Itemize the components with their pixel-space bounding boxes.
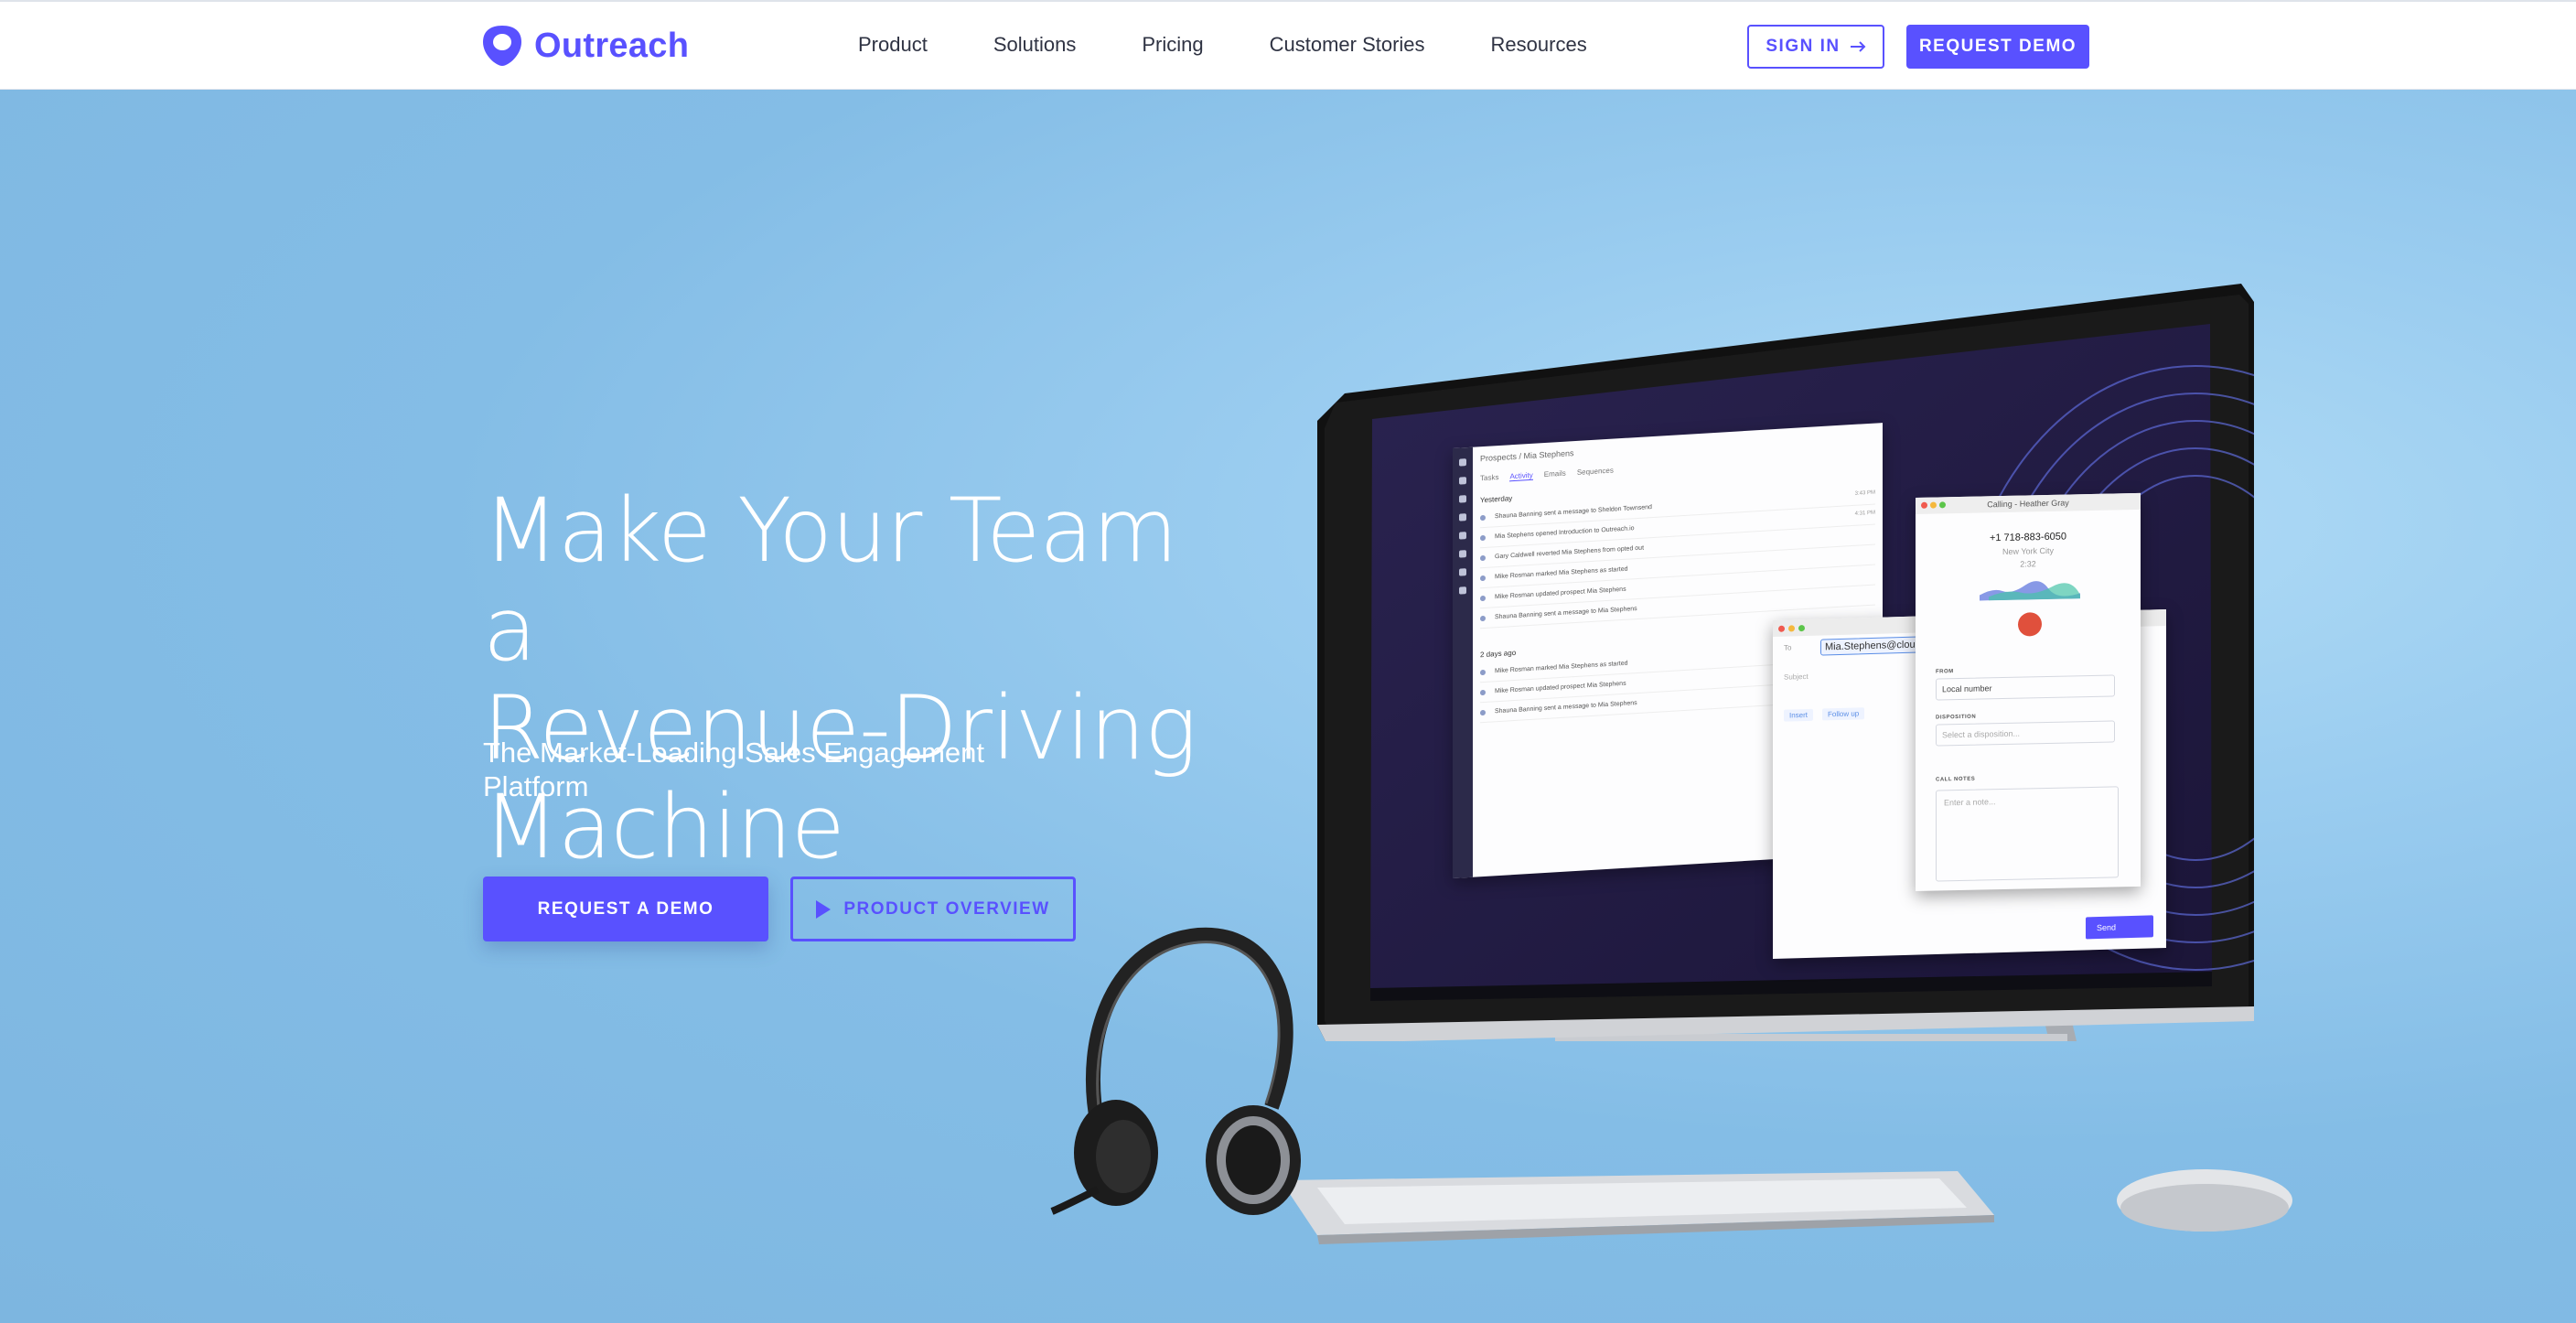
nav-resources[interactable]: Resources [1491, 33, 1587, 57]
play-icon [816, 899, 832, 919]
top-nav: Outreach Product Solutions Pricing Custo… [0, 0, 2576, 90]
audio-wave-icon [1980, 581, 2080, 601]
disposition-label: DISPOSITION [1936, 714, 1977, 721]
crm-tabs: Tasks Activity Emails Sequences [1480, 467, 1614, 484]
crm-tab-activity[interactable]: Activity [1509, 470, 1533, 482]
outreach-logo[interactable]: Outreach [481, 24, 689, 68]
call-notes-label: CALL NOTES [1936, 776, 1976, 783]
sign-in-button[interactable]: SIGN IN [1747, 25, 1884, 69]
follow-up-button[interactable]: Follow up [1822, 707, 1865, 721]
insert-button[interactable]: Insert [1784, 708, 1814, 722]
crm-tab-tasks[interactable]: Tasks [1480, 473, 1498, 483]
call-number: +1 718-883-6050 [1989, 531, 2067, 544]
keyboard-image [1281, 1171, 1994, 1244]
hero-title-line-1: Make Your Team a [483, 479, 1178, 681]
call-location: New York City [2002, 545, 2055, 557]
outreach-logo-icon [483, 26, 521, 66]
call-notes-field[interactable]: Enter a note... [1936, 786, 2119, 882]
logo-text: Outreach [534, 26, 690, 65]
headset-image [1050, 927, 1301, 1215]
crm-tab-emails[interactable]: Emails [1544, 469, 1566, 479]
crm-tab-sequences[interactable]: Sequences [1577, 467, 1614, 478]
call-title-bar: Calling - Heather Gray [1916, 492, 2141, 514]
send-button[interactable]: Send [2086, 915, 2153, 940]
email-subject-field[interactable]: Subject [1784, 672, 1809, 682]
sign-in-label: SIGN IN [1766, 37, 1841, 56]
email-insert-toolbar: Insert Follow up [1784, 707, 1865, 722]
arrow-right-icon [1850, 41, 1866, 52]
email-recipient-chip[interactable]: Mia.Stephens@cloud [1820, 636, 1926, 656]
nav-product[interactable]: Product [858, 33, 928, 57]
request-demo-button[interactable]: REQUEST DEMO [1906, 25, 2089, 69]
main-nav: Product Solutions Pricing Customer Stori… [858, 33, 1653, 57]
mouse-image [2117, 1169, 2292, 1232]
crm-sidebar [1453, 446, 1473, 878]
call-title: Calling - Heather Gray [1987, 498, 2069, 510]
request-a-demo-button[interactable]: REQUEST A DEMO [483, 877, 768, 941]
call-panel: Calling - Heather Gray +1 718-883-6050 N… [1916, 492, 2141, 891]
hang-up-icon[interactable] [2018, 612, 2042, 637]
email-to-label: To [1784, 643, 1792, 652]
hero-title: Make Your Team a Revenue-Driving Machine [483, 481, 1215, 877]
product-overview-label: PRODUCT OVERVIEW [843, 898, 1050, 919]
from-select[interactable]: Local number [1936, 674, 2115, 701]
crm-breadcrumb: Prospects / Mia Stephens [1480, 448, 1574, 464]
disposition-select[interactable]: Select a disposition... [1936, 720, 2115, 747]
from-label: FROM [1936, 669, 1954, 675]
desktop-monitor-image: Prospects / Mia Stephens Tasks Activity … [1317, 284, 2254, 1041]
hero-subtitle: The Market-Leading Sales Engagement Plat… [483, 737, 984, 802]
nav-solutions[interactable]: Solutions [993, 33, 1077, 57]
nav-pricing[interactable]: Pricing [1142, 33, 1203, 57]
call-duration: 2:32 [2020, 559, 2036, 569]
product-overview-button[interactable]: PRODUCT OVERVIEW [790, 877, 1076, 941]
nav-customer-stories[interactable]: Customer Stories [1270, 33, 1425, 57]
